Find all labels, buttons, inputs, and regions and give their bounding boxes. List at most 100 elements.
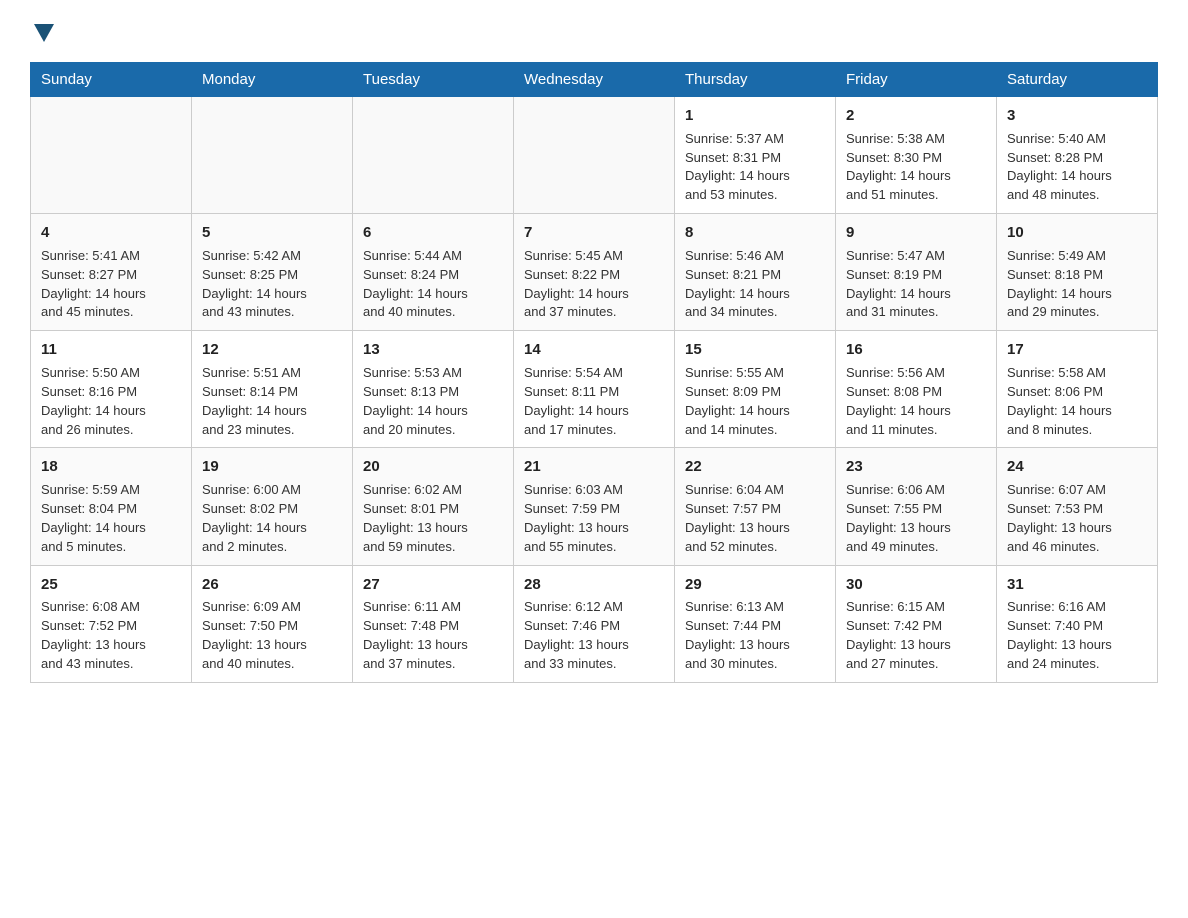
calendar-cell: 19 Sunrise: 6:00 AM Sunset: 8:02 PM Dayli… [192,448,353,565]
calendar-cell: 30Sunrise: 6:15 AM Sunset: 7:42 PM Dayli… [836,565,997,682]
calendar-cell: 24 Sunrise: 6:07 AM Sunset: 7:53 PM Dayli… [997,448,1158,565]
day-number: 3 [1007,105,1147,127]
day-sun-info: Sunrise: 6:09 AM Sunset: 7:50 PM Dayligh… [202,598,342,673]
day-number: 8 [685,222,825,244]
day-number: 12 [202,339,342,361]
day-number: 23 [846,456,986,478]
calendar-cell [514,97,675,214]
day-sun-info: Sunrise: 6:02 AM Sunset: 8:01 PM Dayligh… [363,481,503,556]
calendar-cell: 25Sunrise: 6:08 AM Sunset: 7:52 PM Dayli… [31,565,192,682]
day-number: 7 [524,222,664,244]
calendar-cell: 18 Sunrise: 5:59 AM Sunset: 8:04 PM Dayli… [31,448,192,565]
day-sun-info: Sunrise: 6:06 AM Sunset: 7:55 PM Dayligh… [846,481,986,556]
day-sun-info: Sunrise: 5:56 AM Sunset: 8:08 PM Dayligh… [846,364,986,439]
calendar-week-row: 11 Sunrise: 5:50 AM Sunset: 8:16 PM Dayli… [31,331,1158,448]
calendar-cell: 14 Sunrise: 5:54 AM Sunset: 8:11 PM Dayli… [514,331,675,448]
calendar-cell: 12 Sunrise: 5:51 AM Sunset: 8:14 PM Dayli… [192,331,353,448]
calendar-cell: 5 Sunrise: 5:42 AM Sunset: 8:25 PM Daylig… [192,214,353,331]
day-sun-info: Sunrise: 5:46 AM Sunset: 8:21 PM Dayligh… [685,247,825,322]
calendar-cell: 8 Sunrise: 5:46 AM Sunset: 8:21 PM Daylig… [675,214,836,331]
day-sun-info: Sunrise: 6:16 AM Sunset: 7:40 PM Dayligh… [1007,598,1147,673]
calendar-cell: 9 Sunrise: 5:47 AM Sunset: 8:19 PM Daylig… [836,214,997,331]
day-sun-info: Sunrise: 6:08 AM Sunset: 7:52 PM Dayligh… [41,598,181,673]
calendar-cell: 27Sunrise: 6:11 AM Sunset: 7:48 PM Dayli… [353,565,514,682]
calendar-cell: 17 Sunrise: 5:58 AM Sunset: 8:06 PM Dayli… [997,331,1158,448]
logo-triangle-icon [34,24,54,42]
day-number: 5 [202,222,342,244]
day-sun-info: Sunrise: 6:13 AM Sunset: 7:44 PM Dayligh… [685,598,825,673]
day-number: 11 [41,339,181,361]
day-sun-info: Sunrise: 5:42 AM Sunset: 8:25 PM Dayligh… [202,247,342,322]
day-number: 2 [846,105,986,127]
day-number: 1 [685,105,825,127]
day-number: 4 [41,222,181,244]
day-sun-info: Sunrise: 6:04 AM Sunset: 7:57 PM Dayligh… [685,481,825,556]
calendar-cell: 11 Sunrise: 5:50 AM Sunset: 8:16 PM Dayli… [31,331,192,448]
day-number: 14 [524,339,664,361]
calendar-cell: 21 Sunrise: 6:03 AM Sunset: 7:59 PM Dayli… [514,448,675,565]
day-sun-info: Sunrise: 5:58 AM Sunset: 8:06 PM Dayligh… [1007,364,1147,439]
day-number: 10 [1007,222,1147,244]
day-sun-info: Sunrise: 5:55 AM Sunset: 8:09 PM Dayligh… [685,364,825,439]
day-sun-info: Sunrise: 5:59 AM Sunset: 8:04 PM Dayligh… [41,481,181,556]
day-sun-info: Sunrise: 5:54 AM Sunset: 8:11 PM Dayligh… [524,364,664,439]
weekday-header-friday: Friday [836,63,997,97]
day-number: 31 [1007,574,1147,596]
calendar-week-row: 4 Sunrise: 5:41 AM Sunset: 8:27 PM Daylig… [31,214,1158,331]
calendar-cell: 29Sunrise: 6:13 AM Sunset: 7:44 PM Dayli… [675,565,836,682]
day-sun-info: Sunrise: 5:38 AM Sunset: 8:30 PM Dayligh… [846,130,986,205]
calendar-cell: 31Sunrise: 6:16 AM Sunset: 7:40 PM Dayli… [997,565,1158,682]
weekday-header-thursday: Thursday [675,63,836,97]
weekday-header-row: SundayMondayTuesdayWednesdayThursdayFrid… [31,63,1158,97]
day-number: 27 [363,574,503,596]
day-number: 15 [685,339,825,361]
calendar-cell: 20Sunrise: 6:02 AM Sunset: 8:01 PM Dayli… [353,448,514,565]
calendar-cell: 23 Sunrise: 6:06 AM Sunset: 7:55 PM Dayli… [836,448,997,565]
day-sun-info: Sunrise: 5:44 AM Sunset: 8:24 PM Dayligh… [363,247,503,322]
weekday-header-tuesday: Tuesday [353,63,514,97]
day-sun-info: Sunrise: 5:49 AM Sunset: 8:18 PM Dayligh… [1007,247,1147,322]
day-number: 28 [524,574,664,596]
day-number: 26 [202,574,342,596]
day-sun-info: Sunrise: 5:53 AM Sunset: 8:13 PM Dayligh… [363,364,503,439]
weekday-header-sunday: Sunday [31,63,192,97]
day-sun-info: Sunrise: 5:51 AM Sunset: 8:14 PM Dayligh… [202,364,342,439]
day-number: 9 [846,222,986,244]
day-sun-info: Sunrise: 6:07 AM Sunset: 7:53 PM Dayligh… [1007,481,1147,556]
weekday-header-saturday: Saturday [997,63,1158,97]
calendar-cell [192,97,353,214]
day-sun-info: Sunrise: 6:00 AM Sunset: 8:02 PM Dayligh… [202,481,342,556]
day-number: 19 [202,456,342,478]
calendar-cell: 6 Sunrise: 5:44 AM Sunset: 8:24 PM Daylig… [353,214,514,331]
day-sun-info: Sunrise: 6:15 AM Sunset: 7:42 PM Dayligh… [846,598,986,673]
day-number: 6 [363,222,503,244]
day-number: 16 [846,339,986,361]
calendar-week-row: 18 Sunrise: 5:59 AM Sunset: 8:04 PM Dayli… [31,448,1158,565]
calendar-cell: 10 Sunrise: 5:49 AM Sunset: 8:18 PM Dayli… [997,214,1158,331]
day-sun-info: Sunrise: 5:47 AM Sunset: 8:19 PM Dayligh… [846,247,986,322]
calendar-week-row: 1 Sunrise: 5:37 AM Sunset: 8:31 PM Daylig… [31,97,1158,214]
page-header [30,20,1158,42]
day-sun-info: Sunrise: 6:12 AM Sunset: 7:46 PM Dayligh… [524,598,664,673]
calendar-cell: 16 Sunrise: 5:56 AM Sunset: 8:08 PM Dayli… [836,331,997,448]
weekday-header-wednesday: Wednesday [514,63,675,97]
day-number: 17 [1007,339,1147,361]
day-sun-info: Sunrise: 5:37 AM Sunset: 8:31 PM Dayligh… [685,130,825,205]
day-sun-info: Sunrise: 5:45 AM Sunset: 8:22 PM Dayligh… [524,247,664,322]
calendar-week-row: 25Sunrise: 6:08 AM Sunset: 7:52 PM Dayli… [31,565,1158,682]
logo [30,20,54,42]
calendar-cell: 22Sunrise: 6:04 AM Sunset: 7:57 PM Dayli… [675,448,836,565]
day-sun-info: Sunrise: 6:11 AM Sunset: 7:48 PM Dayligh… [363,598,503,673]
calendar-cell [31,97,192,214]
day-number: 18 [41,456,181,478]
day-sun-info: Sunrise: 5:50 AM Sunset: 8:16 PM Dayligh… [41,364,181,439]
calendar-table: SundayMondayTuesdayWednesdayThursdayFrid… [30,62,1158,683]
calendar-cell: 2 Sunrise: 5:38 AM Sunset: 8:30 PM Daylig… [836,97,997,214]
weekday-header-monday: Monday [192,63,353,97]
day-number: 21 [524,456,664,478]
calendar-cell: 7 Sunrise: 5:45 AM Sunset: 8:22 PM Daylig… [514,214,675,331]
day-sun-info: Sunrise: 6:03 AM Sunset: 7:59 PM Dayligh… [524,481,664,556]
day-sun-info: Sunrise: 5:41 AM Sunset: 8:27 PM Dayligh… [41,247,181,322]
day-number: 24 [1007,456,1147,478]
calendar-cell: 15 Sunrise: 5:55 AM Sunset: 8:09 PM Dayli… [675,331,836,448]
